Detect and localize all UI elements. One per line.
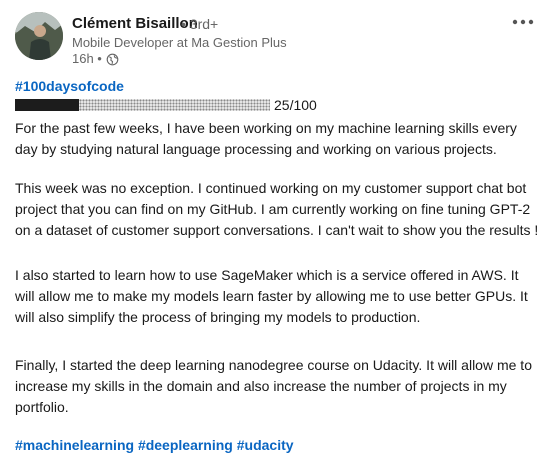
- post-paragraph: This week was no exception. I continued …: [15, 180, 539, 238]
- progress-label: 25/100: [274, 97, 317, 113]
- author-headline: Mobile Developer at Ma Gestion Plus: [72, 35, 287, 50]
- more-horizontal-icon: [512, 19, 534, 25]
- hashtag-udacity[interactable]: #udacity: [237, 437, 294, 453]
- progress-bar: [15, 99, 270, 111]
- hashtag-deeplearning[interactable]: #deeplearning: [138, 437, 233, 453]
- author-avatar[interactable]: [15, 12, 63, 60]
- globe-icon: [106, 53, 119, 66]
- feed-post: Clément Bisaillon • 3rd+ Mobile Develope…: [0, 0, 551, 465]
- hashtag-list: #machinelearning #deeplearning #udacity: [15, 436, 294, 454]
- progress-remaining: [79, 99, 270, 111]
- post-time: 16h •: [72, 51, 102, 66]
- progress-indicator: 25/100: [15, 96, 317, 114]
- hashtag-100daysofcode[interactable]: #100daysofcode: [15, 77, 124, 95]
- hashtag-machinelearning[interactable]: #machinelearning: [15, 437, 134, 453]
- author-name[interactable]: Clément Bisaillon: [72, 14, 198, 33]
- post-paragraph: Finally, I started the deep learning nan…: [15, 357, 532, 415]
- connection-degree: • 3rd+: [181, 16, 219, 32]
- post-meta: 16h •: [72, 51, 119, 67]
- more-options-button[interactable]: [508, 10, 538, 34]
- progress-fill: [15, 99, 79, 111]
- post-paragraph: For the past few weeks, I have been work…: [15, 120, 517, 157]
- post-paragraph: I also started to learn how to use SageM…: [15, 267, 528, 325]
